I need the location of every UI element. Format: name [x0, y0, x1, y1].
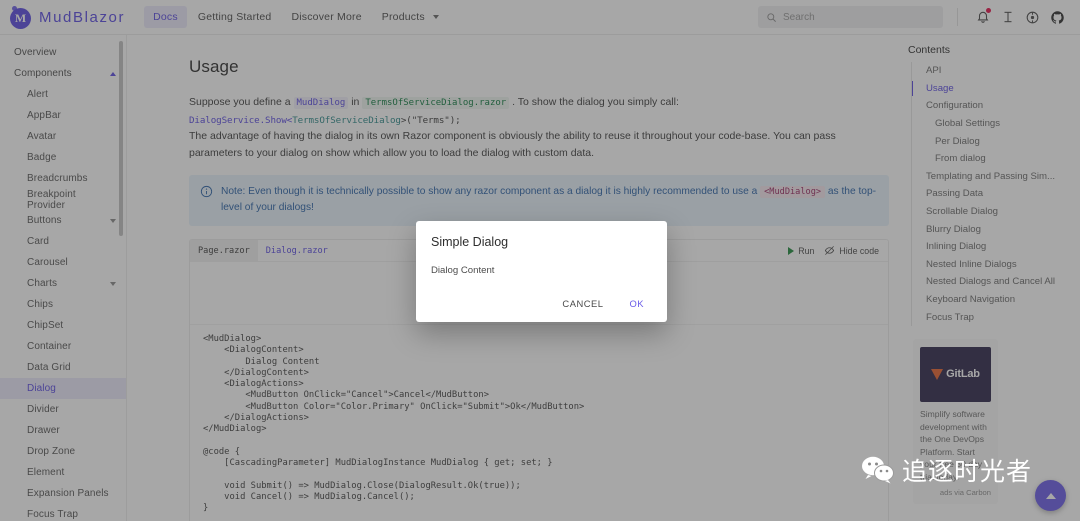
ok-button[interactable]: OK	[621, 293, 652, 314]
dialog-title: Simple Dialog	[431, 235, 509, 249]
dialog-actions: CANCEL OK	[431, 293, 652, 314]
cancel-button[interactable]: CANCEL	[554, 293, 611, 314]
simple-dialog: Simple Dialog Dialog Content CANCEL OK	[416, 221, 667, 322]
dialog-content: Dialog Content	[431, 265, 495, 276]
